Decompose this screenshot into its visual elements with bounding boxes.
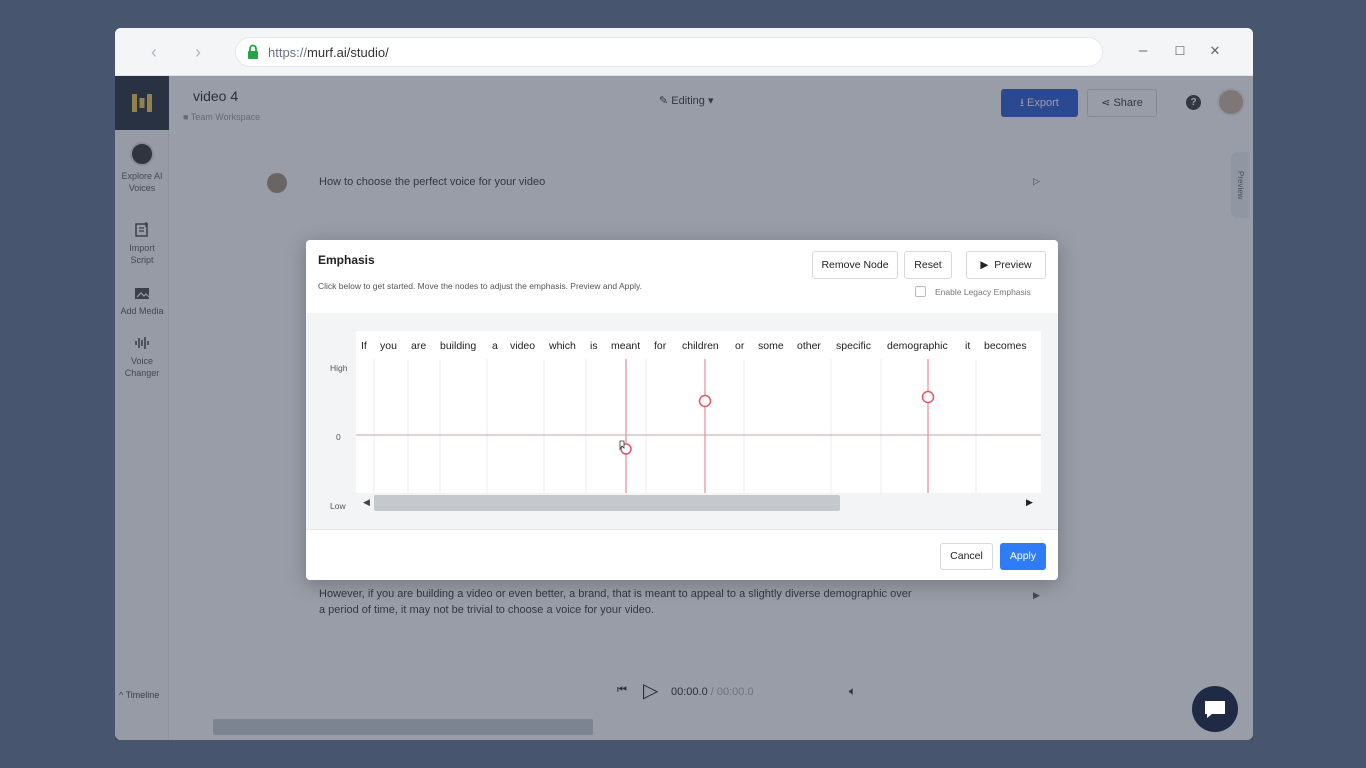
emphasis-node[interactable] [921, 390, 935, 404]
emphasis-editor: High 0 Low If you are building a video which is… [306, 313, 1058, 529]
y-label-high: High [330, 363, 348, 373]
modal-subtitle: Click below to get started. Move the nod… [318, 281, 642, 291]
play-icon: ▶ [980, 259, 989, 271]
minimize-button[interactable]: – [1133, 41, 1153, 61]
scroll-right-icon[interactable]: ▶ [1026, 497, 1033, 508]
forward-icon[interactable]: › [187, 41, 209, 63]
url-text: https://murf.ai/studio/ [268, 45, 389, 60]
emphasis-node[interactable] [698, 394, 712, 408]
chat-icon [1205, 701, 1225, 718]
preview-button[interactable]: ▶ Preview [966, 251, 1046, 279]
chat-support-button[interactable] [1192, 686, 1238, 732]
browser-titlebar: ‹ › https://murf.ai/studio/ – ☐ ✕ [115, 28, 1253, 76]
cancel-button[interactable]: Cancel [940, 543, 993, 570]
scroll-left-icon[interactable]: ◀ [363, 497, 370, 508]
y-label-low: Low [330, 501, 346, 511]
back-icon[interactable]: ‹ [143, 41, 165, 63]
close-button[interactable]: ✕ [1205, 41, 1225, 61]
modal-footer: Cancel Apply [306, 529, 1058, 580]
apply-button[interactable]: Apply [1000, 543, 1046, 570]
reset-button[interactable]: Reset [904, 251, 952, 279]
legacy-emphasis-label: Enable Legacy Emphasis [935, 287, 1031, 297]
maximize-button[interactable]: ☐ [1170, 41, 1190, 61]
modal-title: Emphasis [318, 253, 375, 267]
legacy-emphasis-checkbox[interactable] [915, 286, 926, 297]
emphasis-chart[interactable]: If you are building a video which is meant for chi… [356, 331, 1041, 493]
remove-node-button[interactable]: Remove Node [812, 251, 898, 279]
lock-icon [248, 44, 258, 59]
emphasis-graph[interactable] [356, 331, 1041, 493]
chart-scrollbar[interactable] [374, 495, 840, 511]
emphasis-modal: Emphasis Click below to get started. Mov… [306, 240, 1058, 580]
grid-lines [373, 359, 977, 493]
address-bar[interactable]: https://murf.ai/studio/ [235, 37, 1103, 67]
y-label-zero: 0 [336, 432, 341, 442]
